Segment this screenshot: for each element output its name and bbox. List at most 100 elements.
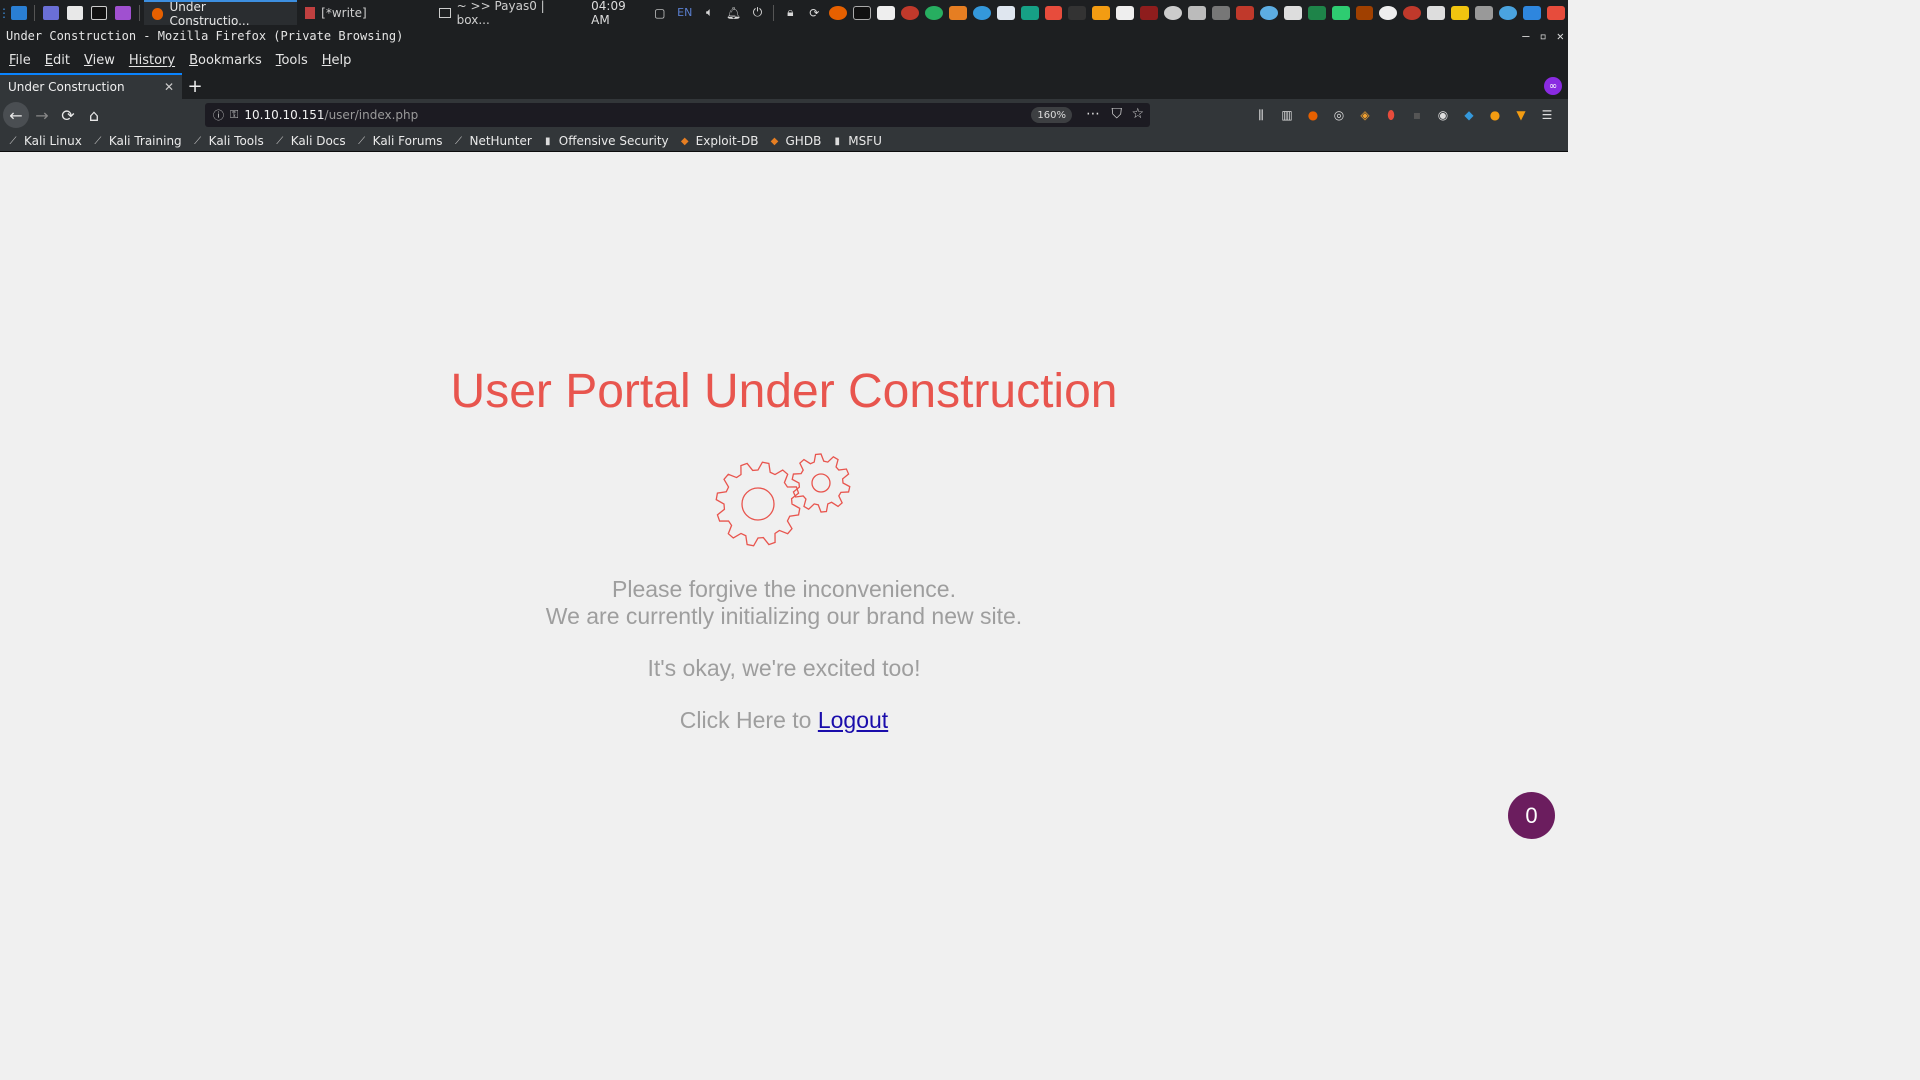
- extension-icon[interactable]: ▪: [1404, 99, 1430, 131]
- tool-icon[interactable]: [1188, 5, 1206, 20]
- tool-icon[interactable]: [1475, 5, 1494, 20]
- tab-under-construction[interactable]: Under Construction ✕: [0, 73, 182, 99]
- tool-icon[interactable]: [1020, 5, 1039, 20]
- search-tool-icon[interactable]: [1379, 5, 1398, 20]
- flag-icon[interactable]: [1044, 5, 1063, 20]
- bookmark-kali-training[interactable]: ⟋ Kali Training: [91, 134, 181, 148]
- window-titlebar[interactable]: Under Construction - Mozilla Firefox (Pr…: [0, 25, 1568, 47]
- clock[interactable]: 04:09 AM: [591, 0, 648, 27]
- terminal-icon[interactable]: [87, 0, 111, 25]
- forward-button[interactable]: →: [29, 102, 55, 128]
- tool-icon[interactable]: [1522, 5, 1541, 20]
- bookmark-msfu[interactable]: ▮ MSFU: [830, 134, 882, 148]
- bookmark-star-icon[interactable]: ☆: [1131, 106, 1144, 122]
- lock-icon[interactable]: 🔒︎: [778, 0, 802, 25]
- library-icon[interactable]: ⫼: [1248, 99, 1274, 131]
- bookmark-exploit-db[interactable]: ◆ Exploit-DB: [678, 134, 759, 148]
- task-write[interactable]: [*write]: [297, 0, 375, 25]
- back-button[interactable]: ←: [3, 102, 29, 128]
- menu-history[interactable]: History: [122, 53, 182, 68]
- document-launcher-icon[interactable]: [877, 5, 895, 20]
- bookmark-nethunter[interactable]: ⟋ NetHunter: [451, 134, 532, 148]
- wireshark-icon[interactable]: [972, 5, 991, 20]
- tool-icon[interactable]: [1355, 5, 1374, 20]
- menu-help[interactable]: Help: [315, 53, 359, 68]
- tool-icon[interactable]: [1211, 5, 1230, 20]
- reload-button[interactable]: ⟳: [55, 102, 81, 128]
- check-icon[interactable]: [1331, 5, 1350, 20]
- tool-icon[interactable]: [1092, 5, 1111, 20]
- site-info-icon[interactable]: ⓘ: [213, 107, 224, 123]
- maximize-icon[interactable]: ▫: [1540, 29, 1547, 43]
- page-actions-icon[interactable]: ⋯: [1086, 106, 1100, 122]
- tool-icon[interactable]: [1235, 5, 1254, 20]
- firefox-launcher-icon[interactable]: [829, 5, 848, 20]
- refresh-icon[interactable]: ⟳: [802, 0, 826, 25]
- maltego-icon[interactable]: [924, 5, 943, 20]
- extension-icon[interactable]: ◉: [1430, 99, 1456, 131]
- task-terminal[interactable]: ~ >> Payas0 | box...: [431, 0, 589, 27]
- tool-icon[interactable]: [1403, 5, 1422, 20]
- bookmark-offensive-security[interactable]: ▮ Offensive Security: [541, 134, 669, 148]
- task-firefox[interactable]: Under Constructio...: [143, 0, 298, 28]
- cookie-icon[interactable]: ●: [1482, 99, 1508, 131]
- bookmark-kali-tools[interactable]: ⟋ Kali Tools: [191, 134, 264, 148]
- eye-icon[interactable]: [1499, 5, 1517, 20]
- screen-icon[interactable]: ▢: [648, 0, 672, 25]
- tool-icon[interactable]: [1283, 5, 1302, 20]
- logout-prefix: Click Here to: [679, 707, 818, 733]
- tool-icon[interactable]: [1451, 5, 1470, 20]
- tool-icon[interactable]: [1068, 5, 1087, 20]
- pocket-icon[interactable]: ⛉: [1112, 106, 1123, 122]
- extension-icon[interactable]: ◆: [1456, 99, 1482, 131]
- tool-icon[interactable]: [1140, 5, 1159, 20]
- zoom-level-badge[interactable]: 160%: [1031, 107, 1072, 123]
- menu-tools[interactable]: Tools: [269, 53, 315, 68]
- url-text[interactable]: 10.10.10.151/user/index.php: [244, 108, 418, 122]
- alien-icon[interactable]: [1259, 5, 1278, 20]
- keyboard-layout[interactable]: EN: [672, 0, 698, 25]
- metasploit-icon[interactable]: [996, 5, 1015, 20]
- cherry-icon[interactable]: [901, 5, 919, 20]
- workspace-icon[interactable]: [39, 0, 63, 25]
- files-icon[interactable]: [63, 0, 87, 25]
- burp-icon[interactable]: [948, 5, 967, 20]
- menu-edit[interactable]: Edit: [38, 53, 77, 68]
- key-icon[interactable]: ⚿: [230, 108, 238, 122]
- volume-icon[interactable]: 🔈︎: [698, 0, 722, 25]
- tool-icon[interactable]: [1546, 5, 1565, 20]
- sidebar-icon[interactable]: ▥: [1274, 99, 1300, 131]
- bookmark-ghdb[interactable]: ◆ GHDB: [768, 134, 822, 148]
- extension-icon[interactable]: ▼: [1508, 99, 1534, 131]
- menu-file[interactable]: File: [2, 53, 38, 68]
- extension-icon[interactable]: ⬮: [1378, 99, 1404, 131]
- mask-icon[interactable]: [1116, 5, 1135, 20]
- url-bar[interactable]: ⓘ ⚿ 10.10.10.151/user/index.php 160% ⋯ ⛉…: [205, 103, 1150, 127]
- hamburger-menu-icon[interactable]: ☰: [1534, 99, 1560, 131]
- logout-line: Click Here to Logout: [0, 707, 1568, 734]
- menu-label-rest: dit: [53, 52, 70, 68]
- bookmark-kali-docs[interactable]: ⟋ Kali Docs: [273, 134, 345, 148]
- minimize-icon[interactable]: –: [1522, 29, 1529, 43]
- home-button[interactable]: ⌂: [81, 102, 107, 128]
- wordpress-icon[interactable]: [1164, 5, 1183, 20]
- notification-bell-icon[interactable]: 🔔︎: [722, 0, 746, 25]
- terminal-launcher-icon[interactable]: [853, 5, 872, 20]
- tool-icon[interactable]: [1307, 5, 1326, 20]
- logout-link[interactable]: Logout: [818, 707, 888, 733]
- menu-view[interactable]: View: [77, 53, 122, 68]
- tab-close-icon[interactable]: ✕: [164, 80, 174, 94]
- foxyproxy-icon[interactable]: ●: [1300, 99, 1326, 131]
- bookmark-kali-forums[interactable]: ⟋ Kali Forums: [355, 134, 442, 148]
- notification-count-button[interactable]: 0: [1508, 792, 1555, 839]
- close-icon[interactable]: ✕: [1557, 29, 1564, 43]
- new-tab-button[interactable]: +: [182, 73, 208, 99]
- extension-badge-icon[interactable]: ◈: [1352, 99, 1378, 131]
- app-icon[interactable]: [111, 0, 135, 25]
- bookmark-kali-linux[interactable]: ⟋ Kali Linux: [6, 134, 82, 148]
- power-icon[interactable]: ⏻: [746, 0, 770, 25]
- extension-icon[interactable]: ◎: [1326, 99, 1352, 131]
- kali-menu-icon[interactable]: [8, 0, 30, 25]
- menu-bookmarks[interactable]: Bookmarks: [182, 53, 269, 68]
- rabbit-icon[interactable]: [1427, 5, 1446, 20]
